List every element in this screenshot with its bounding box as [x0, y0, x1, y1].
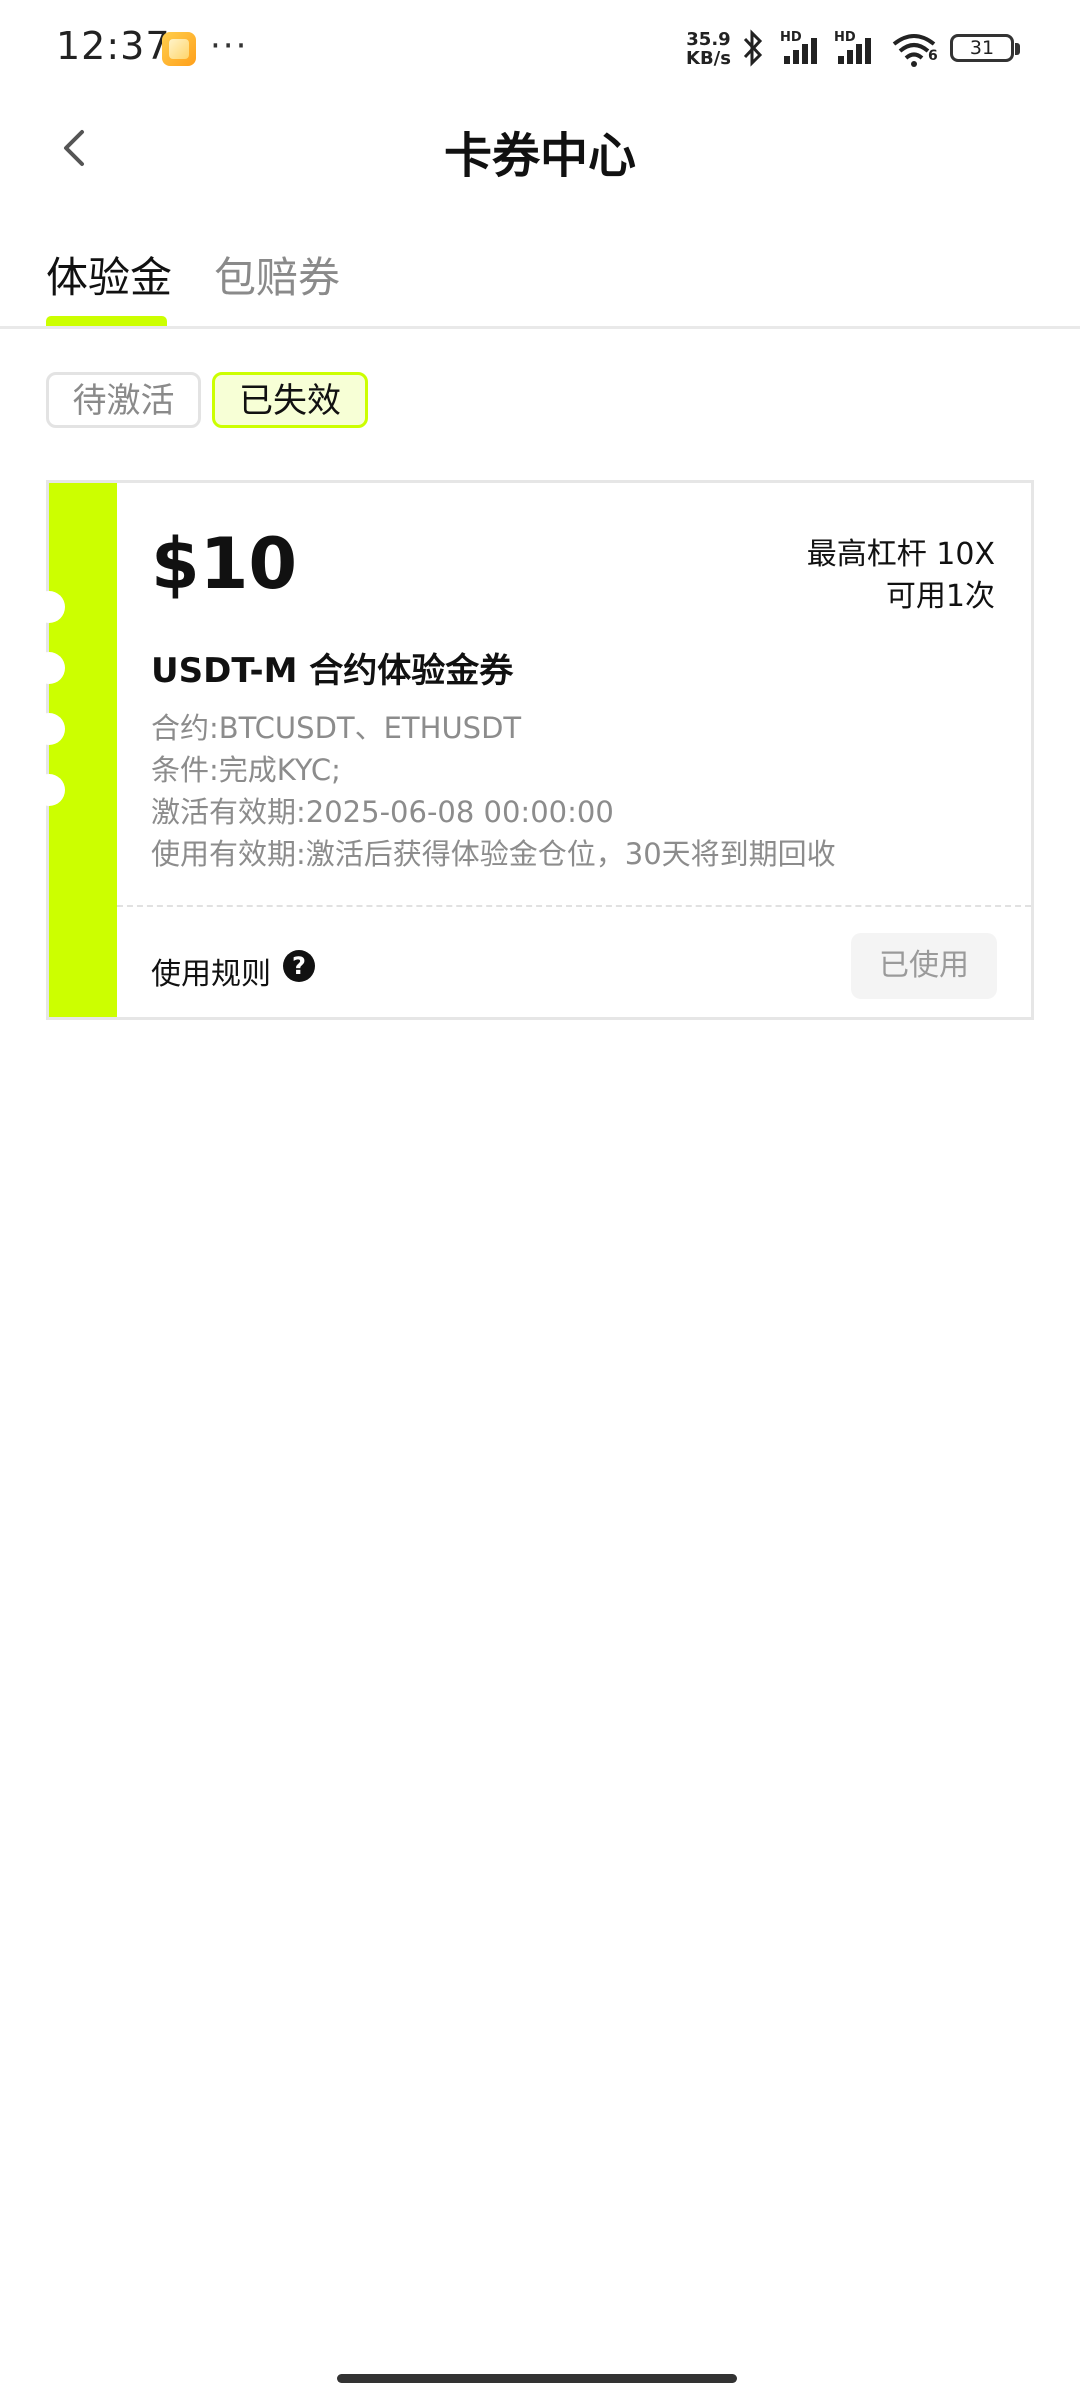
tab-compensation-coupon[interactable]: 包赔券	[214, 244, 340, 305]
coupon-name: USDT-M 合约体验金券	[151, 651, 514, 691]
max-leverage: 最高杠杆 10X	[806, 537, 995, 572]
coupon-detail-contracts: 合约:BTCUSDT、ETHUSDT	[151, 711, 522, 745]
coupon-accent-strip	[49, 483, 117, 1017]
page-title: 卡券中心	[443, 128, 636, 184]
help-icon[interactable]: ?	[283, 950, 315, 982]
bluetooth-icon	[743, 29, 763, 67]
filter-expired[interactable]: 已失效	[212, 372, 368, 428]
used-status-button: 已使用	[851, 933, 997, 999]
ticket-notch	[33, 713, 65, 745]
network-speed: 35.9 KB/s	[686, 30, 731, 68]
coupon-amount: $10	[151, 523, 298, 605]
more-notifications-icon: ···	[210, 26, 249, 66]
active-tab-indicator	[46, 316, 167, 326]
home-indicator[interactable]	[337, 2374, 737, 2383]
dashed-divider	[117, 905, 1031, 907]
coupon-detail-activation-validity: 激活有效期:2025-06-08 00:00:00	[151, 795, 614, 829]
signal-strength-icon	[784, 38, 817, 64]
status-time: 12:37	[56, 24, 171, 68]
tab-trial-fund[interactable]: 体验金	[46, 244, 172, 305]
signal-strength-icon	[838, 38, 871, 64]
network-speed-unit: KB/s	[686, 48, 731, 69]
usage-rules-link[interactable]: 使用规则	[151, 949, 271, 993]
ticket-notch	[33, 652, 65, 684]
filter-pending-activation[interactable]: 待激活	[46, 372, 201, 428]
notification-app-icon	[162, 32, 196, 66]
usable-times: 可用1次	[885, 579, 995, 614]
coupon-card: $10 最高杠杆 10X 可用1次 USDT-M 合约体验金券 合约:BTCUS…	[33, 480, 1034, 1020]
wifi-label: 6	[928, 48, 938, 64]
status-bar: 12:37 ··· 35.9 KB/s HD HD 6 31	[0, 0, 1080, 100]
ticket-notch	[33, 591, 65, 623]
tab-bar: 体验金 包赔券	[0, 244, 1080, 329]
coupon-detail-condition: 条件:完成KYC;	[151, 753, 341, 787]
ticket-notch	[33, 774, 65, 806]
battery-icon: 31	[950, 34, 1020, 62]
network-speed-value: 35.9	[686, 29, 731, 50]
coupon-detail-usage-validity: 使用有效期:激活后获得体验金仓位，30天将到期回收	[151, 837, 836, 871]
